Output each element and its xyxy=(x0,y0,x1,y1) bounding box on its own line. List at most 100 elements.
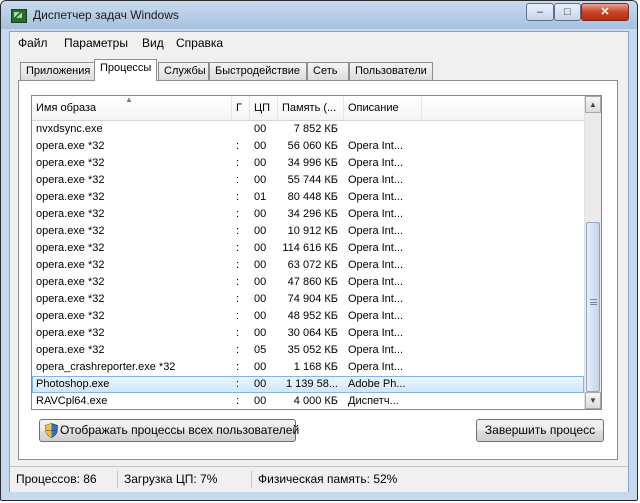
status-bar: Процессов: 86 Загрузка ЦП: 7% Физическая… xyxy=(10,466,628,492)
cell-memory: 30 064 КБ xyxy=(287,327,338,339)
table-row[interactable]: Photoshop.exe: 00 1 139 58... Adobe Ph... xyxy=(32,376,584,393)
cell-user: : xyxy=(236,378,240,390)
tab-applications[interactable]: Приложения xyxy=(20,62,95,80)
process-rows: nvxdsync.exe 00 7 852 КБ opera.exe *32: 00 56… xyxy=(32,121,584,409)
menu-view[interactable]: Вид xyxy=(142,36,164,50)
cell-description: Opera Int... xyxy=(348,276,404,288)
cell-memory: 63 072 КБ xyxy=(287,259,338,271)
cell-memory: 114 616 КБ xyxy=(282,242,338,254)
col-memory[interactable]: Память (... xyxy=(278,96,344,120)
table-row[interactable]: opera.exe *32: 00 55 744 КБ Opera Int... xyxy=(32,172,584,189)
grip-icon xyxy=(590,299,597,305)
cell-user: : xyxy=(236,191,240,203)
cell-image-name: opera.exe *32 xyxy=(36,276,105,288)
vertical-scrollbar[interactable]: ▲ ▼ xyxy=(584,96,601,409)
menu-file[interactable]: Файл xyxy=(18,36,48,50)
cell-cpu: 00 xyxy=(254,140,267,152)
tab-performance[interactable]: Быстродействие xyxy=(209,62,307,80)
cell-description: Opera Int... xyxy=(348,208,404,220)
cell-cpu: 00 xyxy=(254,259,267,271)
cell-description: Диспетч... xyxy=(348,395,399,407)
table-row[interactable]: opera.exe *32: 00 34 296 КБ Opera Int... xyxy=(32,206,584,223)
cell-image-name: nvxdsync.exe xyxy=(36,123,103,135)
cell-user: : xyxy=(236,242,240,254)
end-process-button[interactable]: Завершить процесс xyxy=(476,419,604,442)
cell-image-name: opera_crashreporter.exe *32 xyxy=(36,361,176,373)
cell-user: : xyxy=(236,225,240,237)
cell-image-name: opera.exe *32 xyxy=(36,293,105,305)
maximize-button[interactable]: □ xyxy=(554,3,581,21)
cell-description: Opera Int... xyxy=(348,242,404,254)
show-all-processes-button[interactable]: Отображать процессы всех пользователей xyxy=(39,419,299,442)
cell-memory: 35 052 КБ xyxy=(287,344,338,356)
cell-user: : xyxy=(236,276,240,288)
cell-cpu: 00 xyxy=(254,293,267,305)
col-user[interactable]: Г xyxy=(232,96,250,120)
cell-memory: 7 852 КБ xyxy=(293,123,338,135)
table-row[interactable]: opera.exe *32: 00 63 072 КБ Opera Int... xyxy=(32,257,584,274)
cell-memory: 34 296 КБ xyxy=(287,208,338,220)
client-area: Файл Параметры Вид Справка Приложения Пр… xyxy=(9,31,629,492)
cell-image-name: opera.exe *32 xyxy=(36,174,105,186)
cell-user: : xyxy=(236,361,240,373)
table-row[interactable]: opera.exe *32: 00 48 952 КБ Opera Int... xyxy=(32,308,584,325)
tab-services[interactable]: Службы xyxy=(158,62,209,80)
title-bar[interactable]: Диспетчер задач Windows – □ ✕ xyxy=(1,1,637,29)
close-button[interactable]: ✕ xyxy=(581,3,629,21)
cell-description: Opera Int... xyxy=(348,293,404,305)
cell-user: : xyxy=(236,395,240,407)
col-cpu[interactable]: ЦП xyxy=(250,96,278,120)
table-row[interactable]: opera.exe *32: 00 56 060 КБ Opera Int... xyxy=(32,138,584,155)
cell-description: Opera Int... xyxy=(348,157,404,169)
col-description[interactable]: Описание xyxy=(344,96,422,120)
status-cpu-usage: Загрузка ЦП: 7% xyxy=(120,471,252,488)
table-row[interactable]: opera.exe *32: 05 35 052 КБ Opera Int... xyxy=(32,342,584,359)
cell-cpu: 00 xyxy=(254,157,267,169)
table-row[interactable]: opera.exe *32: 00 74 904 КБ Opera Int... xyxy=(32,291,584,308)
cell-user xyxy=(232,121,250,138)
cell-user: : xyxy=(236,293,240,305)
tab-users[interactable]: Пользователи xyxy=(349,62,433,80)
cell-description: Opera Int... xyxy=(348,225,404,237)
cell-image-name: opera.exe *32 xyxy=(36,157,105,169)
table-row[interactable]: opera.exe *32: 00 34 996 КБ Opera Int... xyxy=(32,155,584,172)
menu-options[interactable]: Параметры xyxy=(64,36,128,50)
tab-network[interactable]: Сеть xyxy=(307,62,349,80)
cell-cpu: 00 xyxy=(254,225,267,237)
menu-help[interactable]: Справка xyxy=(176,36,223,50)
cell-memory: 55 744 КБ xyxy=(287,174,338,186)
table-row[interactable]: nvxdsync.exe 00 7 852 КБ xyxy=(32,121,584,138)
process-list[interactable]: ▲ Имя образа Г ЦП Память (... Описание n… xyxy=(31,95,602,410)
cell-cpu: 00 xyxy=(254,242,267,254)
minimize-button[interactable]: – xyxy=(526,3,554,21)
cell-user: : xyxy=(236,344,240,356)
cell-cpu: 00 xyxy=(254,123,267,135)
cell-description: Opera Int... xyxy=(348,191,404,203)
table-row[interactable]: RAVCpl64.exe: 00 4 000 КБ Диспетч... xyxy=(32,393,584,409)
table-row[interactable]: opera.exe *32: 00 10 912 КБ Opera Int... xyxy=(32,223,584,240)
cell-image-name: opera.exe *32 xyxy=(36,242,105,254)
cell-memory: 10 912 КБ xyxy=(287,225,338,237)
cell-description: Opera Int... xyxy=(348,310,404,322)
cell-cpu: 00 xyxy=(254,174,267,186)
cell-image-name: opera.exe *32 xyxy=(36,259,105,271)
table-row[interactable]: opera.exe *32: 01 80 448 КБ Opera Int... xyxy=(32,189,584,206)
cell-image-name: opera.exe *32 xyxy=(36,208,105,220)
cell-cpu: 00 xyxy=(254,310,267,322)
table-row[interactable]: opera.exe *32: 00 30 064 КБ Opera Int... xyxy=(32,325,584,342)
col-image-name[interactable]: ▲ Имя образа xyxy=(32,96,232,120)
status-process-count: Процессов: 86 xyxy=(12,471,118,488)
scroll-thumb[interactable] xyxy=(586,222,600,392)
cell-user: : xyxy=(236,140,240,152)
cell-image-name: opera.exe *32 xyxy=(36,327,105,339)
cell-description: Opera Int... xyxy=(348,174,404,186)
cell-user: : xyxy=(236,174,240,186)
scroll-up-button[interactable]: ▲ xyxy=(585,96,601,113)
cell-memory: 1 139 58... xyxy=(286,378,338,390)
tab-processes[interactable]: Процессы xyxy=(94,59,157,81)
cell-user: : xyxy=(236,157,240,169)
table-row[interactable]: opera_crashreporter.exe *32: 00 1 168 КБ Op… xyxy=(32,359,584,376)
table-row[interactable]: opera.exe *32: 00 47 860 КБ Opera Int... xyxy=(32,274,584,291)
table-row[interactable]: opera.exe *32: 00 114 616 КБ Opera Int... xyxy=(32,240,584,257)
scroll-down-button[interactable]: ▼ xyxy=(585,392,601,409)
